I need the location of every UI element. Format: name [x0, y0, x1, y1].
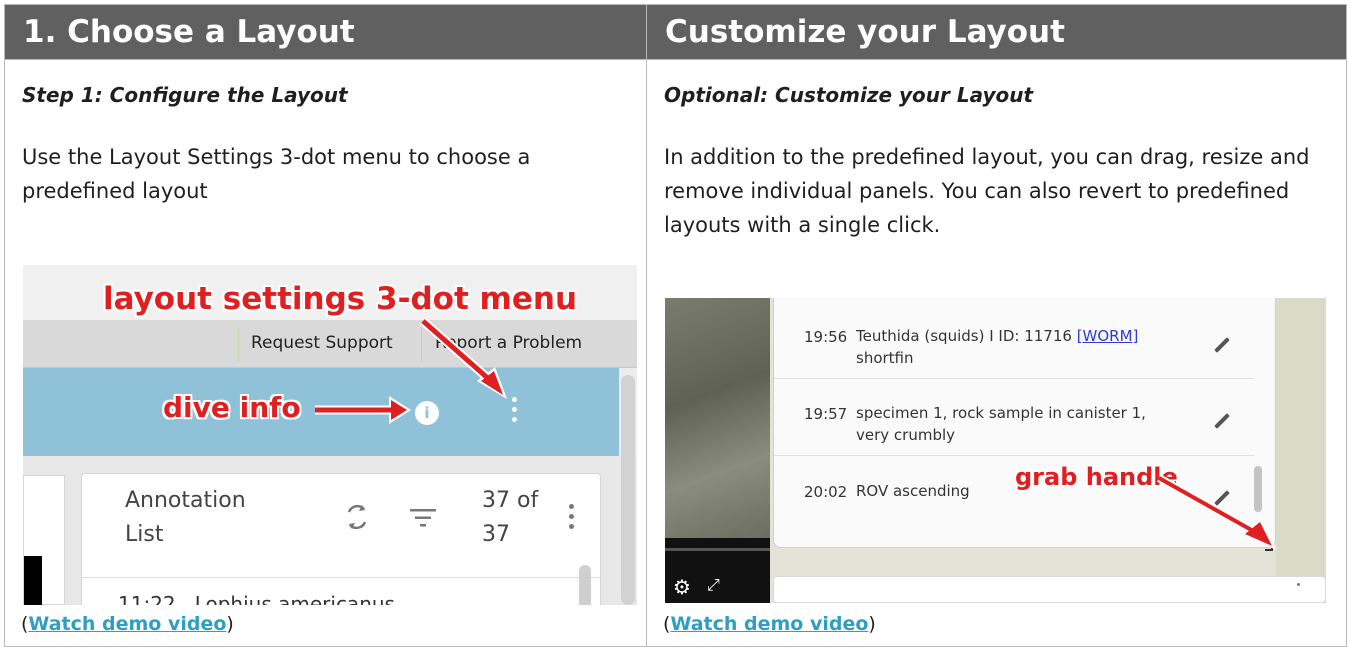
annotation-row[interactable]: 19:57 specimen 1, rock sample in caniste… [774, 378, 1254, 455]
customize-screenshot: ⚙ ⤢ 19:56 Teuthida (squids) I ID: 11716 … [665, 298, 1326, 603]
edit-pencil-icon[interactable] [1214, 337, 1230, 353]
link-separator [238, 328, 239, 362]
choose-layout-header: 1. Choose a Layout [5, 5, 646, 60]
demo-video-left: (Watch demo video) [21, 613, 234, 635]
annotation-row[interactable]: 11:22 Lophius americanus [82, 577, 602, 605]
arrow-to-handle-icon [1157, 474, 1277, 550]
video-thumbnail [665, 298, 770, 538]
watch-demo-video-link[interactable]: Watch demo video [670, 613, 868, 635]
edit-pencil-icon[interactable] [1214, 413, 1230, 429]
annotation-list-panel: Annotation List 37 of 37 11:22 Lophius a… [81, 473, 602, 605]
customize-layout-header: Customize your Layout [647, 5, 1346, 60]
workspace-background [1276, 298, 1326, 603]
layout-settings-screenshot: Request Support Report a Problem i Annot… [23, 265, 637, 605]
optional-step-description: In addition to the predefined layout, yo… [664, 145, 1310, 237]
video-controls: ⚙ ⤢ [665, 538, 770, 603]
annotation-text: Teuthida (squids) I ID: 11716 [WORM] sho… [856, 327, 1139, 367]
gear-icon[interactable]: ⚙ [673, 575, 691, 599]
arrow-to-info-icon [315, 396, 411, 424]
watch-demo-video-link[interactable]: Watch demo video [28, 613, 226, 635]
dive-info-callout: dive info [163, 391, 301, 424]
step-1-title: Step 1: Configure the Layout [22, 83, 348, 107]
grab-handle-callout: grab handle [1015, 463, 1178, 491]
request-support-link[interactable]: Request Support [251, 333, 393, 353]
filter-icon[interactable] [410, 508, 436, 528]
step-1-description: Use the Layout Settings 3-dot menu to ch… [22, 145, 531, 203]
worm-link[interactable]: [WORM] [1077, 327, 1139, 345]
panel-menu-icon[interactable] [569, 504, 575, 534]
demo-video-right: (Watch demo video) [663, 613, 876, 635]
annotation-time: 20:02 [804, 483, 848, 501]
screenshot-link-bar: Request Support Report a Problem [23, 320, 637, 368]
page-scrollbar[interactable] [621, 375, 635, 605]
annotation-row-text: 11:22 Lophius americanus [118, 592, 395, 605]
annotation-row[interactable]: 19:56 Teuthida (squids) I ID: 11716 [WOR… [774, 298, 1254, 378]
choose-layout-column: 1. Choose a Layout Step 1: Configure the… [4, 4, 647, 647]
annotation-time: 19:56 [804, 328, 848, 346]
annotation-count: 37 of 37 [482, 488, 539, 547]
fullscreen-icon[interactable]: ⤢ [707, 575, 720, 595]
customize-layout-column: Customize your Layout Optional: Customiz… [646, 4, 1347, 647]
arrow-to-menu-icon [420, 317, 507, 399]
layout-help-table: 1. Choose a Layout Step 1: Configure the… [4, 4, 1347, 647]
annotation-text: specimen 1, rock sample in canister 1, v… [856, 404, 1146, 444]
video-panel-edge [23, 475, 65, 605]
annotation-list-title: Annotation List [125, 488, 246, 547]
optional-step-title: Optional: Customize your Layout [664, 83, 1034, 107]
list-scrollbar[interactable] [579, 565, 591, 605]
next-panel [773, 576, 1326, 603]
video-progress[interactable] [665, 548, 770, 551]
layout-settings-callout: layout settings 3-dot menu [103, 281, 578, 317]
refresh-icon[interactable] [344, 502, 370, 532]
annotation-time: 19:57 [804, 405, 848, 423]
